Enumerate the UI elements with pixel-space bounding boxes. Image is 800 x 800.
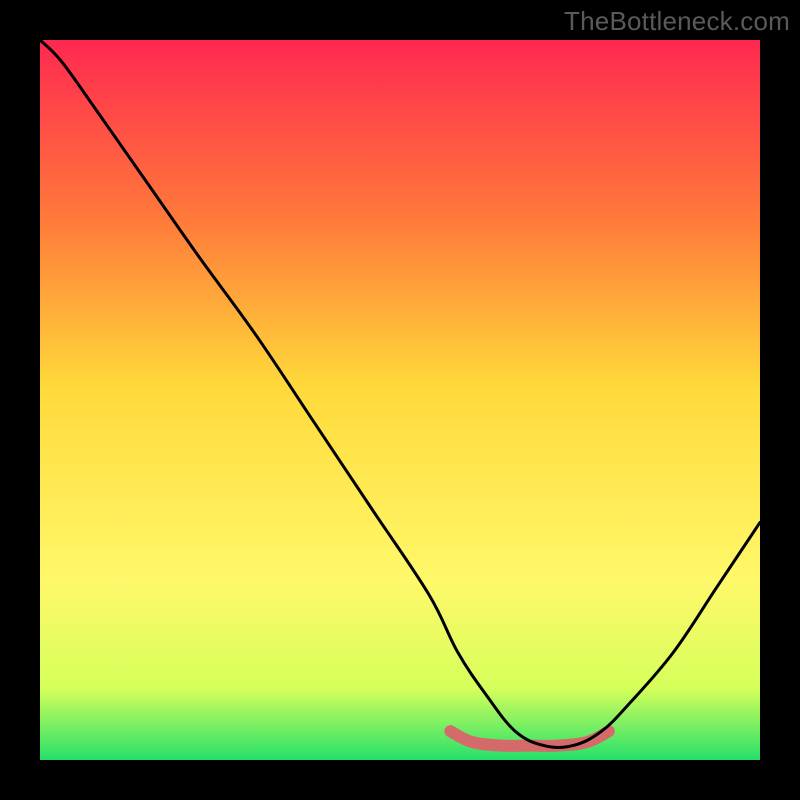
plot-area [40,40,760,760]
watermark-text: TheBottleneck.com [564,6,790,37]
chart-svg [40,40,760,760]
chart-frame: TheBottleneck.com [0,0,800,800]
gradient-background [40,40,760,760]
